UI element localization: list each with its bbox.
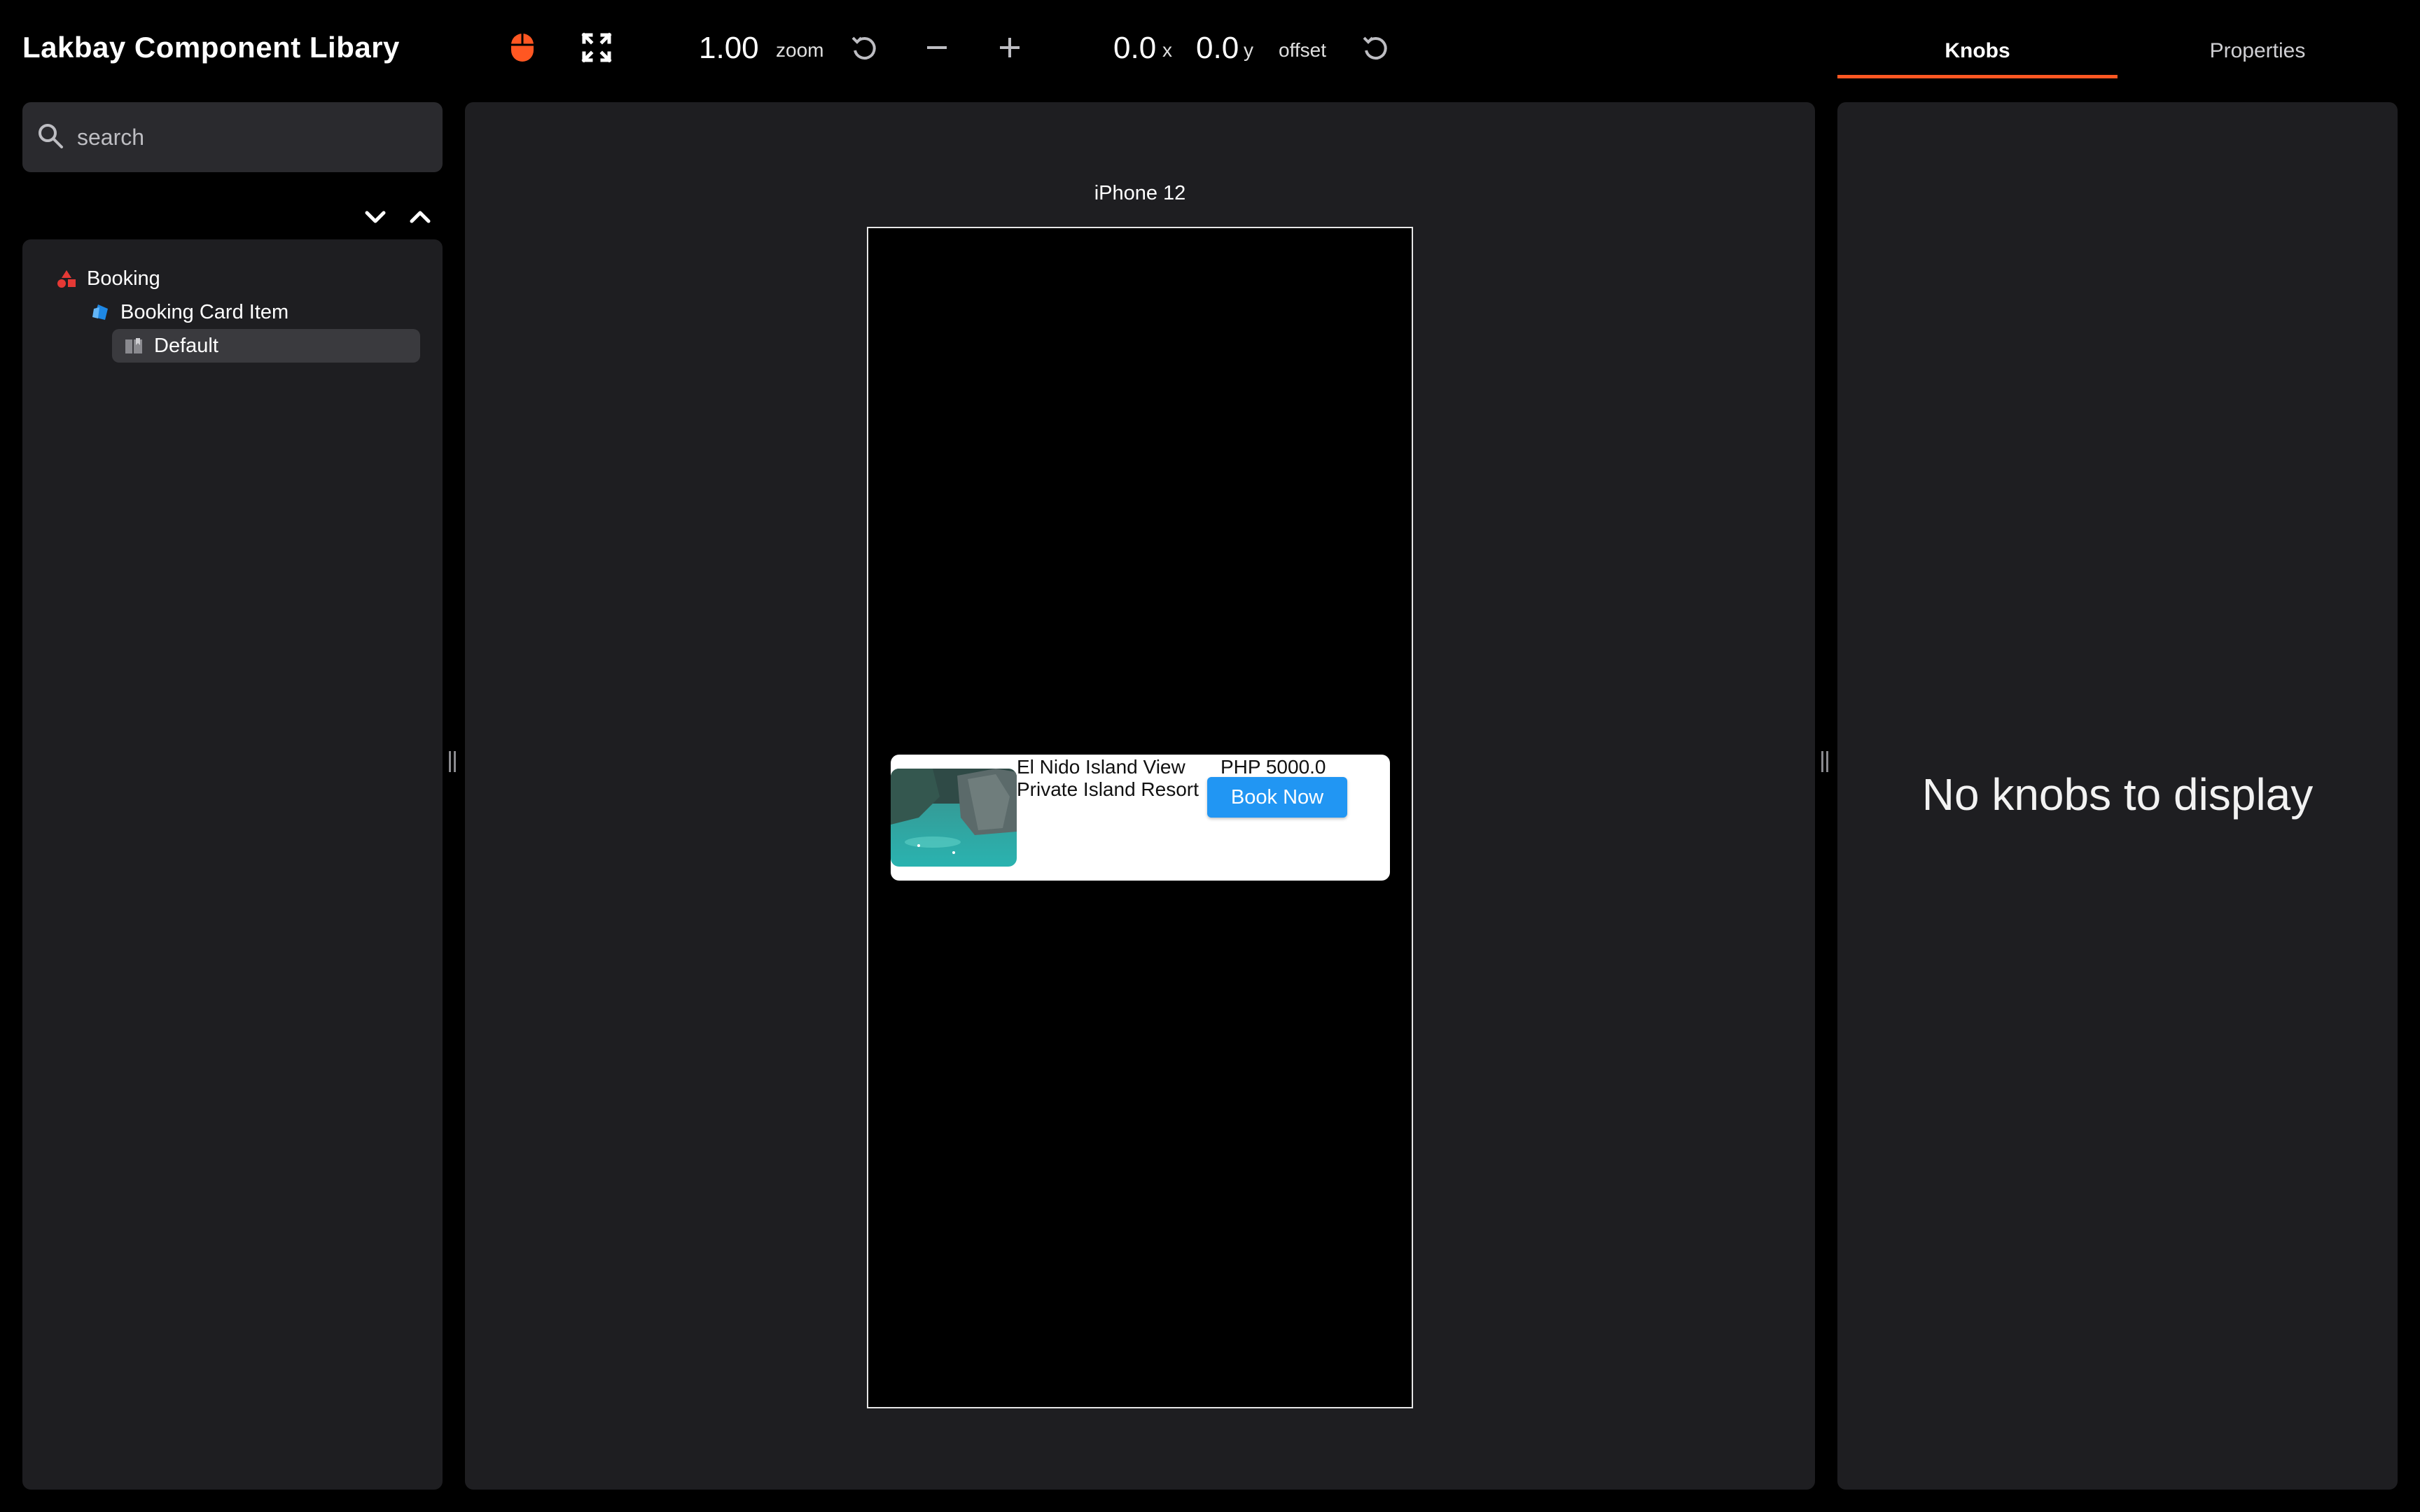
tab-knobs[interactable]: Knobs: [1837, 28, 2118, 78]
tree-item-label: Booking: [87, 267, 160, 290]
app-root: Lakbay Component Libary 1.00 zoom 0.0 x …: [0, 0, 2420, 1512]
component-tree-panel: [22, 239, 443, 1490]
zoom-out-icon[interactable]: [920, 31, 954, 64]
search-input[interactable]: [77, 124, 413, 150]
tree-item-default[interactable]: Default: [112, 329, 420, 363]
reset-offset-icon[interactable]: [1358, 31, 1392, 64]
component-icon: [88, 300, 112, 324]
tree-item-label: Default: [154, 334, 218, 357]
no-knobs-message: No knobs to display: [1921, 769, 2314, 820]
collapse-all-icon[interactable]: [403, 200, 437, 234]
tree-item-booking[interactable]: Booking: [55, 262, 160, 295]
search-icon: [36, 122, 64, 153]
tree-item-label: Booking Card Item: [120, 300, 289, 323]
booking-card[interactable]: El Nido Island View Private Island Resor…: [891, 755, 1390, 881]
right-resize-handle[interactable]: [1819, 748, 1830, 776]
zoom-in-icon[interactable]: [993, 31, 1027, 64]
tab-knobs-label: Knobs: [1945, 39, 2010, 62]
offset-y-value: 0.0: [1196, 31, 1239, 65]
offset-label: offset: [1279, 39, 1326, 61]
resort-title: El Nido Island View: [1017, 756, 1185, 778]
resort-subtitle: Private Island Resort: [1017, 778, 1199, 800]
search-field: [22, 102, 443, 172]
left-resize-handle[interactable]: [447, 748, 458, 776]
tab-properties[interactable]: Properties: [2118, 28, 2398, 78]
reset-zoom-icon[interactable]: [847, 31, 881, 64]
offset-x-value: 0.0: [1113, 31, 1157, 65]
tab-properties-label: Properties: [2209, 39, 2306, 62]
offset-x-label: x: [1162, 39, 1172, 61]
fullscreen-icon[interactable]: [580, 31, 613, 64]
resort-price: PHP 5000.0: [1221, 756, 1326, 778]
device-name: iPhone 12: [1094, 182, 1186, 204]
book-now-button[interactable]: Book Now: [1207, 777, 1347, 818]
category-icon: [55, 267, 78, 290]
zoom-value: 1.00: [699, 31, 759, 65]
resort-image: [891, 769, 1017, 867]
zoom-label: zoom: [776, 39, 824, 61]
tree-item-booking-card-item[interactable]: Booking Card Item: [88, 295, 288, 329]
expand-all-icon[interactable]: [359, 200, 392, 234]
use-case-icon: [122, 334, 146, 358]
mouse-icon[interactable]: [506, 31, 539, 64]
offset-y-label: y: [1244, 39, 1253, 61]
app-title: Lakbay Component Libary: [22, 31, 400, 64]
